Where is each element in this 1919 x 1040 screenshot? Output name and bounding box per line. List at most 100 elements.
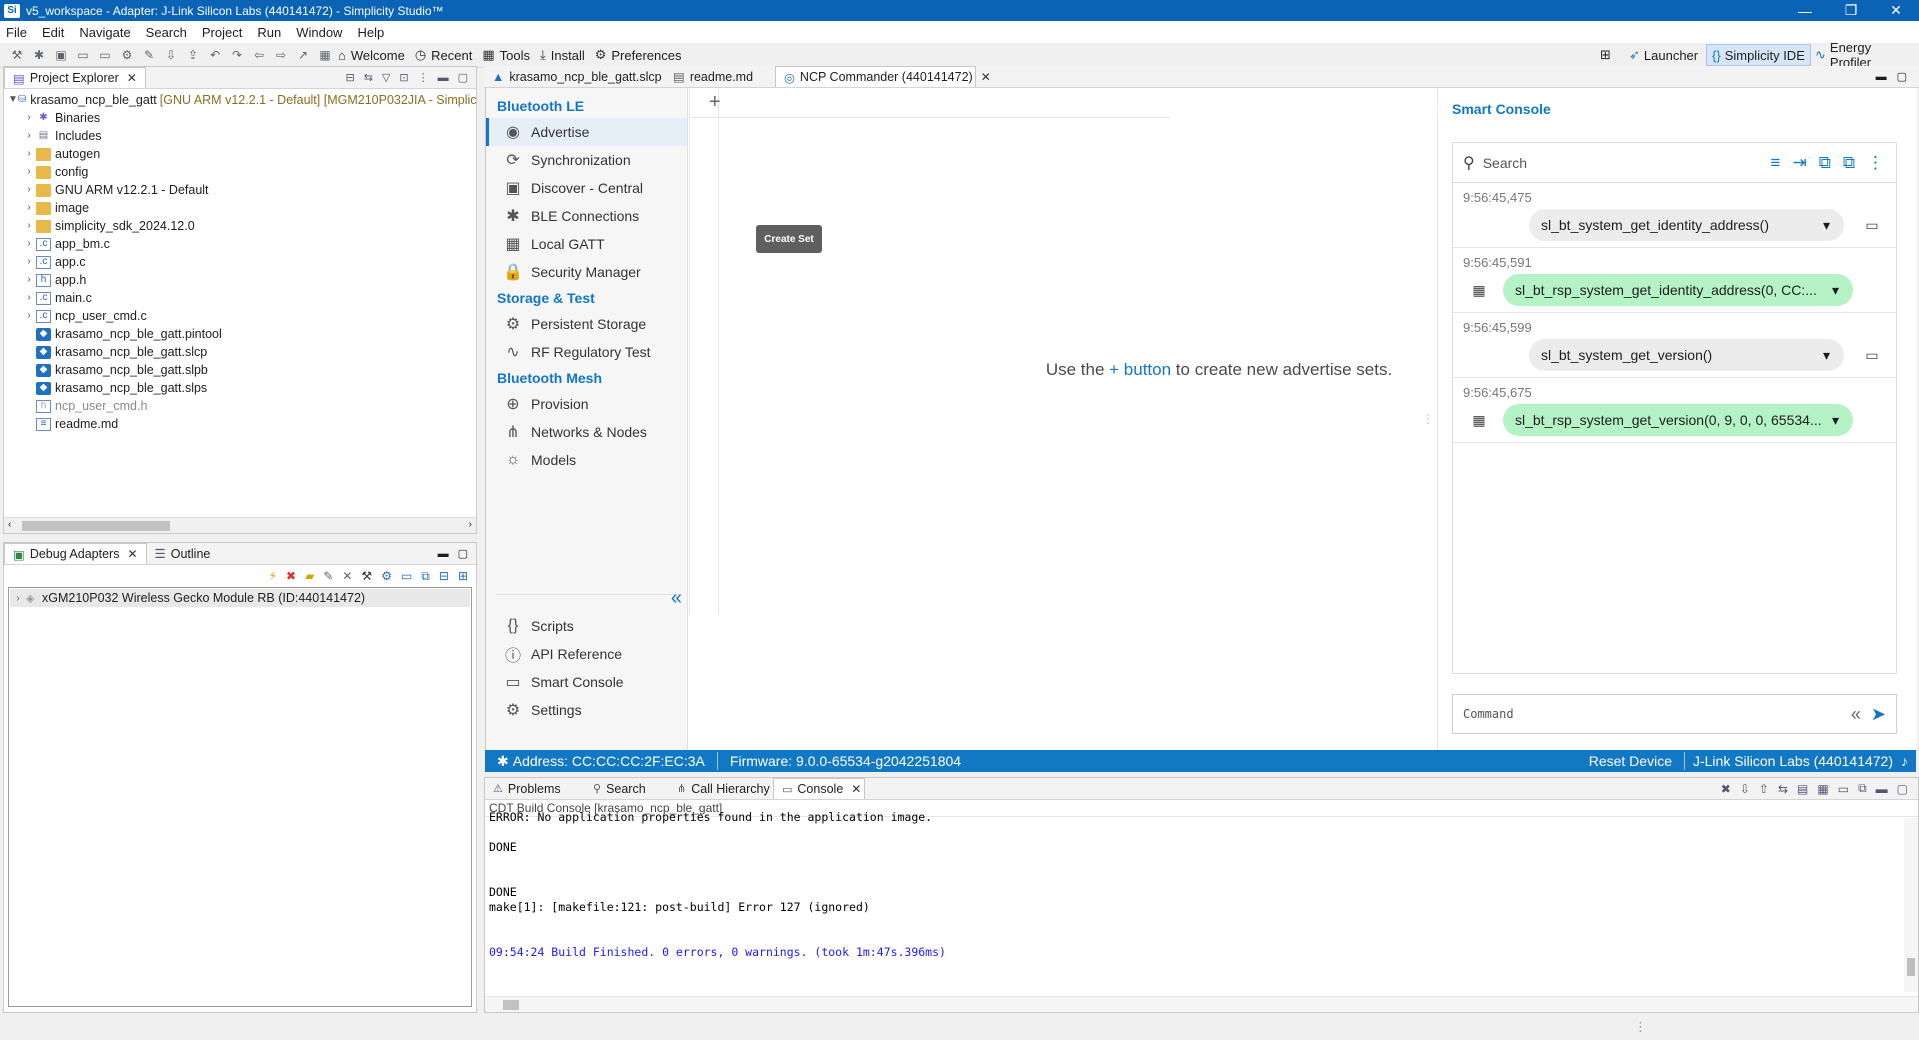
tree-item[interactable]: ◆ krasamo_ncp_ble_gatt.slcp: [8, 343, 476, 361]
redo-icon[interactable]: ↷: [228, 47, 246, 63]
response-bubble[interactable]: sl_bt_rsp_system_get_version(0, 9, 0, 0,…: [1503, 404, 1853, 436]
horizontal-scrollbar[interactable]: [485, 996, 1918, 1012]
install-button[interactable]: ⤓ Install: [540, 47, 585, 63]
maximize-button[interactable]: ❐: [1828, 0, 1874, 21]
connect-icon[interactable]: ⚡: [269, 569, 277, 583]
collapse-all-icon[interactable]: ⊟: [345, 71, 354, 84]
tree-item[interactable]: › .c app.c: [8, 253, 476, 271]
new-console-icon[interactable]: ▭: [1838, 782, 1849, 796]
preferences-button[interactable]: ⚙ Preferences: [595, 47, 682, 63]
tab-slcp[interactable]: ▲ krasamo_ncp_ble_gatt.slcp: [484, 66, 665, 87]
gear-icon[interactable]: ⚙: [381, 569, 392, 583]
expand-arrow-icon[interactable]: ›: [22, 127, 36, 145]
minimize-view-icon[interactable]: ▬: [438, 72, 449, 84]
open-perspective-icon[interactable]: ⊞: [1595, 44, 1615, 66]
command-bubble[interactable]: sl_bt_system_get_identity_address() ▾: [1529, 209, 1844, 241]
command-bubble[interactable]: sl_bt_system_get_version() ▾: [1529, 339, 1844, 371]
nav-item-persistent-storage[interactable]: ⚙ Persistent Storage: [486, 310, 687, 338]
nav-item-models[interactable]: ☼ Models: [486, 446, 687, 474]
scroll-lock-icon[interactable]: ⇆: [1778, 782, 1788, 796]
tree-item[interactable]: ◆ krasamo_ncp_ble_gatt.pintool: [8, 325, 476, 343]
tab-ncp-commander[interactable]: ◎ NCP Commander (440141472) ✕: [775, 66, 991, 87]
clear-log-icon[interactable]: ≡: [1771, 153, 1781, 173]
expand-arrow-icon[interactable]: ›: [10, 593, 26, 604]
expand-arrow-icon[interactable]: ›: [22, 307, 36, 325]
more-icon[interactable]: ⋮: [1867, 153, 1884, 173]
build-icon[interactable]: ⚒: [8, 47, 26, 63]
add-set-button[interactable]: +: [709, 91, 721, 114]
nav-item-ble-connections[interactable]: ✱ BLE Connections: [486, 202, 687, 230]
energy-profiler-perspective[interactable]: ∿ Energy Profiler: [1810, 40, 1919, 70]
adapter-row[interactable]: › ◈ xGM210P032 Wireless Gecko Module RB …: [10, 589, 470, 607]
empty-add-link[interactable]: + button: [1109, 360, 1171, 379]
nav-item-networks-nodes[interactable]: ⋔ Networks & Nodes: [486, 418, 687, 446]
tab-outline[interactable]: ☰ Outline: [147, 543, 219, 564]
open-folder-icon[interactable]: ▰: [305, 569, 314, 583]
forward-icon[interactable]: ⇨: [272, 47, 290, 63]
nav-item-advertise[interactable]: ◉ Advertise: [486, 118, 687, 146]
minimize-view-icon[interactable]: ▬: [1876, 71, 1887, 83]
expand-arrow-icon[interactable]: ›: [22, 163, 36, 181]
clear-console-icon[interactable]: ✖: [1721, 782, 1731, 796]
response-bubble[interactable]: sl_bt_rsp_system_get_identity_address(0,…: [1503, 274, 1853, 306]
menu-navigate[interactable]: Navigate: [79, 25, 130, 40]
tab-project-explorer[interactable]: ▤ Project Explorer ✕: [4, 67, 146, 88]
scrollbar-thumb[interactable]: [503, 1000, 519, 1010]
menu-help[interactable]: Help: [357, 25, 384, 40]
view-menu-icon[interactable]: ⋮: [418, 71, 429, 84]
search-input[interactable]: Search: [1483, 155, 1771, 171]
scroll-up-icon[interactable]: ⇧: [1759, 782, 1769, 796]
tab-search[interactable]: ⚲ Search: [585, 778, 669, 799]
scroll-right-icon[interactable]: ›: [469, 519, 472, 530]
tree-item[interactable]: › .c app_bm.c: [8, 235, 476, 253]
pin-console-icon[interactable]: ▤: [1797, 782, 1808, 796]
nav-item-scripts[interactable]: {} Scripts: [486, 612, 688, 640]
expand-arrow-icon[interactable]: ›: [22, 109, 36, 127]
notification-icon[interactable]: ♪: [1901, 753, 1908, 769]
menu-search[interactable]: Search: [146, 25, 187, 40]
welcome-button[interactable]: ⌂ Welcome: [338, 48, 405, 63]
tree-item[interactable]: › .c main.c: [8, 289, 476, 307]
tree-root[interactable]: ▼ ⛁ krasamo_ncp_ble_gatt [GNU ARM v12.2.…: [8, 91, 476, 109]
expand-arrow-icon[interactable]: ›: [22, 199, 36, 217]
nav-item-settings[interactable]: ⚙ Settings: [486, 696, 688, 724]
panel-icon[interactable]: ▭: [401, 569, 412, 583]
close-window-button[interactable]: ✕: [1873, 0, 1919, 21]
expand-arrow-icon[interactable]: ›: [22, 217, 36, 235]
chevron-down-icon[interactable]: ▾: [1823, 217, 1830, 234]
maximize-view-icon[interactable]: ▢: [458, 71, 468, 84]
chevron-down-icon[interactable]: ▾: [1832, 412, 1839, 429]
horizontal-scrollbar[interactable]: ‹ ›: [4, 517, 476, 533]
tree-item[interactable]: ◆ krasamo_ncp_ble_gatt.slps: [8, 379, 476, 397]
collapse-icon[interactable]: ⊟: [439, 569, 449, 583]
nav-item-rf-regulatory-test[interactable]: ∿ RF Regulatory Test: [486, 338, 687, 366]
ide-perspective[interactable]: {} Simplicity IDE: [1706, 44, 1811, 66]
nav-item-discover-central[interactable]: ▣ Discover - Central: [486, 174, 687, 202]
recent-button[interactable]: ◷ Recent: [415, 47, 473, 63]
tree-item[interactable]: › simplicity_sdk_2024.12.0: [8, 217, 476, 235]
save-all-icon[interactable]: ▭: [96, 47, 114, 63]
tree-item[interactable]: › autogen: [8, 145, 476, 163]
tools-icon[interactable]: ⚒: [361, 569, 372, 583]
copy-icon[interactable]: ⧉: [1819, 153, 1831, 173]
reset-device-button[interactable]: Reset Device: [1589, 753, 1672, 769]
expand-arrow-icon[interactable]: ›: [22, 253, 36, 271]
maximize-view-icon[interactable]: ▢: [1897, 70, 1907, 83]
expand-arrow-icon[interactable]: ›: [22, 181, 36, 199]
export-icon[interactable]: ⇥: [1792, 153, 1806, 173]
flash-icon[interactable]: ⇪: [184, 47, 202, 63]
close-icon[interactable]: ✕: [851, 782, 861, 796]
tree-item[interactable]: › config: [8, 163, 476, 181]
vertical-scrollbar[interactable]: [1904, 818, 1918, 992]
chevron-down-icon[interactable]: ▾: [1823, 347, 1830, 364]
duplicate-icon[interactable]: ⧉: [1843, 153, 1855, 173]
filter-icon[interactable]: ▽: [382, 71, 390, 84]
collapse-nav-button[interactable]: «: [671, 587, 682, 610]
tab-console[interactable]: ▭ Console ✕: [773, 778, 865, 799]
menu-run[interactable]: Run: [257, 25, 281, 40]
close-icon[interactable]: ✕: [127, 547, 137, 561]
focus-icon[interactable]: ⊡: [399, 71, 408, 84]
tree-item[interactable]: › .c ncp_user_cmd.c: [8, 307, 476, 325]
edit-icon[interactable]: ✎: [323, 569, 333, 583]
tree-item[interactable]: ◆ krasamo_ncp_ble_gatt.slpb: [8, 361, 476, 379]
